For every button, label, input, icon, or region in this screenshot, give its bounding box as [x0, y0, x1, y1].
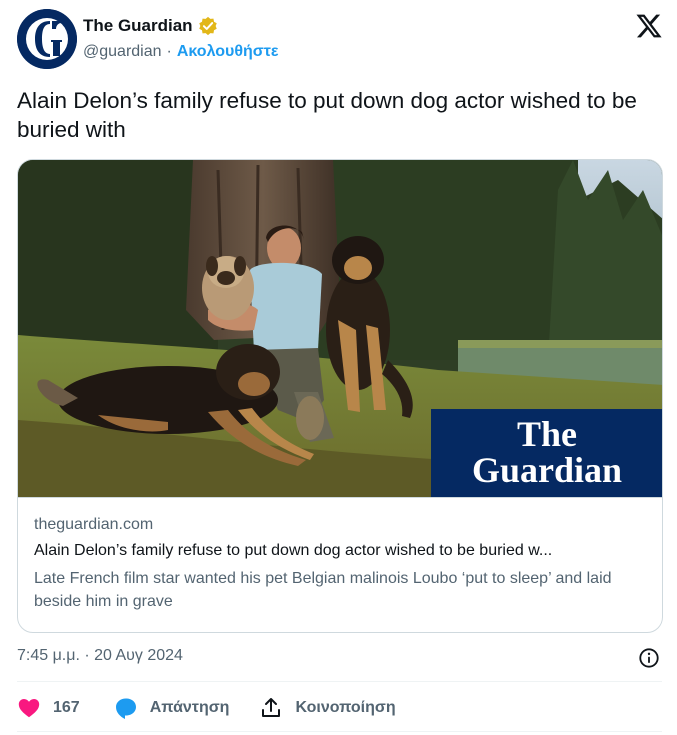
card-logo-the: The [517, 414, 577, 454]
account-names: The Guardian @guardian · Ακολουθήστε [83, 15, 278, 62]
card-image[interactable]: The Guardian [18, 160, 662, 498]
reply-button[interactable]: Απάντηση [114, 695, 230, 721]
share-label: Κοινοποίηση [295, 699, 396, 716]
account-name[interactable]: The Guardian [83, 16, 193, 36]
card-domain: theguardian.com [34, 516, 154, 533]
share-upload-icon [262, 698, 281, 717]
card-info: theguardian.com Alain Delon’s family ref… [34, 516, 650, 613]
card-title: Alain Delon’s family refuse to put down … [34, 542, 553, 559]
card-description: Late French film star wanted his pet Bel… [34, 570, 612, 610]
tweet-meta: 7:45 μ.μ. · 20 Αυγ 2024 [17, 647, 662, 669]
heart-icon [18, 699, 40, 718]
share-button[interactable]: Κοινοποίηση [259, 695, 396, 721]
follow-button[interactable]: Ακολουθήστε [177, 43, 279, 61]
info-icon[interactable] [638, 647, 660, 669]
verified-badge-icon [198, 16, 217, 36]
like-button[interactable]: 167 [17, 695, 80, 721]
photo-man-with-dogs-icon: The Guardian [18, 160, 662, 497]
tweet-header: The Guardian @guardian · Ακολουθήστε [17, 9, 665, 69]
reply-bubble-icon [115, 698, 136, 719]
tweet-text: Alain Delon’s family refuse to put down … [17, 88, 637, 142]
like-count: 167 [53, 699, 80, 716]
avatar[interactable] [17, 9, 77, 69]
divider [17, 681, 662, 682]
link-card[interactable]: The Guardian theguardian.com Alain Delon… [17, 159, 663, 633]
reply-label: Απάντηση [149, 699, 230, 716]
action-bar: 167 Απάντηση Κοινοποίηση [17, 695, 396, 721]
separator-dot: · [166, 43, 172, 60]
timestamp[interactable]: 7:45 μ.μ. · 20 Αυγ 2024 [17, 647, 183, 664]
guardian-g-logo-icon [17, 9, 77, 69]
card-logo-guardian: Guardian [472, 450, 622, 490]
bottom-divider [17, 731, 662, 732]
x-logo-icon[interactable] [635, 12, 663, 40]
account-handle[interactable]: @guardian [83, 43, 162, 61]
